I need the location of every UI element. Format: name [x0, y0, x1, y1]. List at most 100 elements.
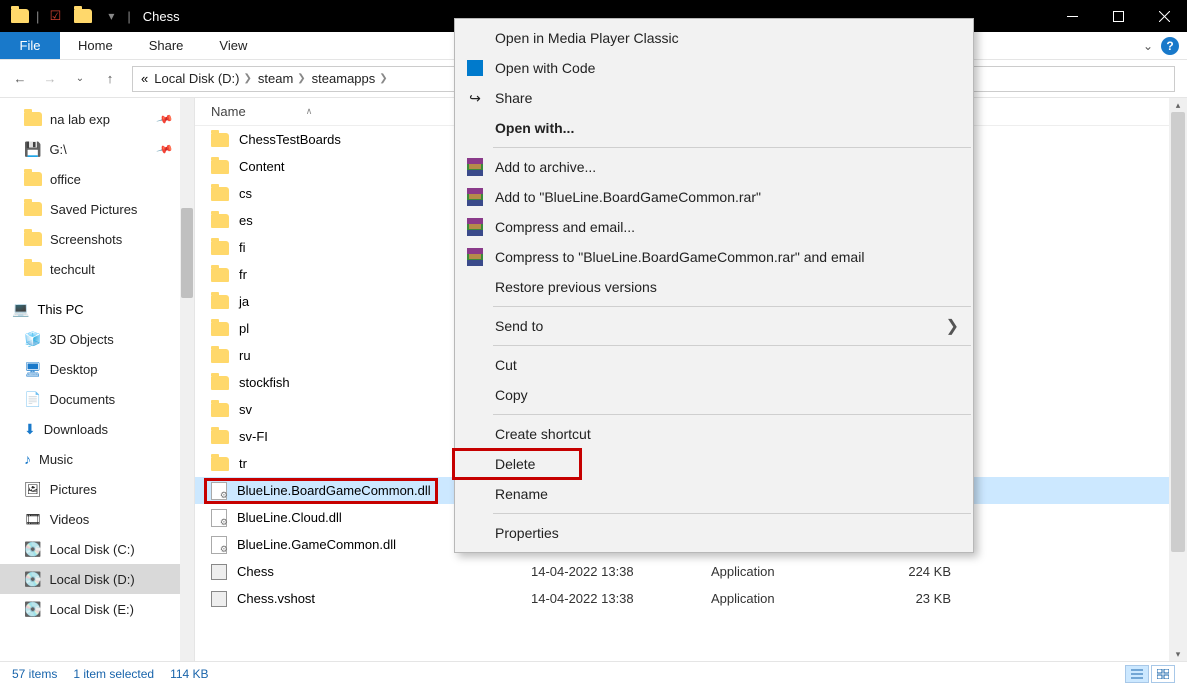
- crumb-steamapps[interactable]: steamapps: [312, 71, 376, 86]
- context-menu-item[interactable]: Send to❯: [455, 311, 973, 341]
- sidebar-this-pc-header[interactable]: 💻This PC: [0, 294, 180, 324]
- exe-icon: [211, 564, 227, 580]
- back-button[interactable]: ←: [12, 71, 28, 87]
- forward-button[interactable]: →: [42, 71, 58, 87]
- sidebar-item[interactable]: 💽Local Disk (C:): [0, 534, 180, 564]
- context-menu-label: Cut: [495, 357, 517, 373]
- sidebar-scroll-thumb[interactable]: [181, 208, 193, 298]
- dll-icon: [211, 482, 227, 500]
- sidebar-item[interactable]: office: [0, 164, 180, 194]
- context-menu-label: Add to "BlueLine.BoardGameCommon.rar": [495, 189, 761, 205]
- sidebar-item[interactable]: 🖥Desktop: [0, 354, 180, 384]
- folder-icon: [71, 4, 95, 28]
- sidebar-scrollbar[interactable]: [180, 98, 194, 661]
- folder-icon: [8, 4, 32, 28]
- maximize-button[interactable]: [1095, 0, 1141, 32]
- context-menu-item[interactable]: Rename: [455, 479, 973, 509]
- file-name: stockfish: [239, 375, 290, 390]
- sidebar-item[interactable]: 🧊3D Objects: [0, 324, 180, 354]
- sidebar: na lab exp💾G:\office Saved Pictures Screen…: [0, 98, 195, 661]
- status-bar: 57 items 1 item selected 114 KB: [0, 661, 1187, 685]
- sidebar-item-label: Videos: [50, 512, 90, 527]
- sidebar-item-label: Music: [39, 452, 73, 467]
- large-icons-view-button[interactable]: [1151, 665, 1175, 683]
- context-menu-item[interactable]: Compress and email...: [455, 212, 973, 242]
- scroll-down-icon[interactable]: ▾: [1169, 647, 1187, 661]
- sidebar-item[interactable]: 🎞Videos: [0, 504, 180, 534]
- sidebar-item[interactable]: Saved Pictures: [0, 194, 180, 224]
- sidebar-item[interactable]: 💽Local Disk (E:): [0, 594, 180, 624]
- context-menu-separator: [493, 414, 971, 415]
- chevron-right-icon[interactable]: ❯: [297, 73, 305, 84]
- context-menu-item[interactable]: Properties: [455, 518, 973, 548]
- tab-file[interactable]: File: [0, 32, 60, 59]
- sidebar-item[interactable]: 💽Local Disk (D:): [0, 564, 180, 594]
- file-scroll-thumb[interactable]: [1171, 112, 1185, 552]
- sidebar-item[interactable]: 📄Documents: [0, 384, 180, 414]
- tab-share[interactable]: Share: [131, 32, 202, 59]
- sidebar-item[interactable]: 🖼Pictures: [0, 474, 180, 504]
- folder-icon: [211, 133, 229, 147]
- dll-icon: [211, 509, 227, 527]
- context-menu-item[interactable]: Copy: [455, 380, 973, 410]
- folder-icon: [211, 241, 229, 255]
- context-menu-label: Open with...: [495, 120, 574, 136]
- sidebar-item-label: Saved Pictures: [50, 202, 137, 217]
- file-name: cs: [239, 186, 252, 201]
- breadcrumb-overflow[interactable]: «: [141, 71, 148, 86]
- context-menu-item[interactable]: Delete: [455, 449, 973, 479]
- sort-indicator-icon: ∧: [306, 106, 313, 117]
- context-menu-item[interactable]: Restore previous versions: [455, 272, 973, 302]
- details-view-button[interactable]: [1125, 665, 1149, 683]
- sidebar-item-label: Local Disk (C:): [49, 542, 134, 557]
- folder-icon: [211, 430, 229, 444]
- context-menu-item[interactable]: Open with Code: [455, 53, 973, 83]
- context-menu-label: Delete: [495, 456, 535, 472]
- context-menu-separator: [493, 306, 971, 307]
- sidebar-item-label: Documents: [49, 392, 115, 407]
- tab-view[interactable]: View: [201, 32, 265, 59]
- expand-ribbon-icon[interactable]: ⌄: [1143, 39, 1153, 53]
- file-scrollbar[interactable]: ▴ ▾: [1169, 98, 1187, 661]
- context-menu-item[interactable]: Add to "BlueLine.BoardGameCommon.rar": [455, 182, 973, 212]
- context-menu-item[interactable]: Add to archive...: [455, 152, 973, 182]
- crumb-local-disk-d[interactable]: Local Disk (D:): [154, 71, 239, 86]
- context-menu-item[interactable]: Compress to "BlueLine.BoardGameCommon.ra…: [455, 242, 973, 272]
- file-name: fi: [239, 240, 246, 255]
- file-name: BlueLine.GameCommon.dll: [237, 537, 396, 552]
- sidebar-item-label: 3D Objects: [49, 332, 113, 347]
- archive-icon: [465, 187, 485, 207]
- chevron-right-icon[interactable]: ❯: [243, 73, 251, 84]
- file-row[interactable]: Chess14-04-2022 13:38Application224 KB: [195, 558, 1187, 585]
- sidebar-item[interactable]: na lab exp: [0, 104, 180, 134]
- submenu-arrow-icon: ❯: [946, 316, 959, 336]
- file-row[interactable]: Chess.vshost14-04-2022 13:38Application2…: [195, 585, 1187, 612]
- recent-locations-icon[interactable]: ⌄: [72, 71, 88, 87]
- file-name: tr: [239, 456, 247, 471]
- up-button[interactable]: ↑: [102, 71, 118, 87]
- folder-icon: [211, 214, 229, 228]
- exe-icon: [211, 591, 227, 607]
- file-name: sv: [239, 402, 252, 417]
- context-menu-item[interactable]: Cut: [455, 350, 973, 380]
- tab-home[interactable]: Home: [60, 32, 131, 59]
- sidebar-item-label: Local Disk (E:): [49, 602, 134, 617]
- sidebar-item[interactable]: techcult: [0, 254, 180, 284]
- help-icon[interactable]: ?: [1161, 37, 1179, 55]
- minimize-button[interactable]: [1049, 0, 1095, 32]
- context-menu-item[interactable]: Open with...: [455, 113, 973, 143]
- sidebar-item[interactable]: ♪Music: [0, 444, 180, 474]
- column-name[interactable]: Name: [211, 104, 246, 119]
- crumb-steam[interactable]: steam: [258, 71, 293, 86]
- qat-dropdown-icon[interactable]: ▾: [99, 4, 123, 28]
- context-menu-item[interactable]: Open in Media Player Classic: [455, 23, 973, 53]
- context-menu-item[interactable]: Create shortcut: [455, 419, 973, 449]
- properties-icon[interactable]: ☑: [43, 4, 67, 28]
- sidebar-item[interactable]: Screenshots: [0, 224, 180, 254]
- scroll-up-icon[interactable]: ▴: [1169, 98, 1187, 112]
- close-button[interactable]: [1141, 0, 1187, 32]
- context-menu-item[interactable]: ↪Share: [455, 83, 973, 113]
- chevron-right-icon[interactable]: ❯: [379, 73, 387, 84]
- sidebar-item[interactable]: ⬇Downloads: [0, 414, 180, 444]
- sidebar-item[interactable]: 💾G:\: [0, 134, 180, 164]
